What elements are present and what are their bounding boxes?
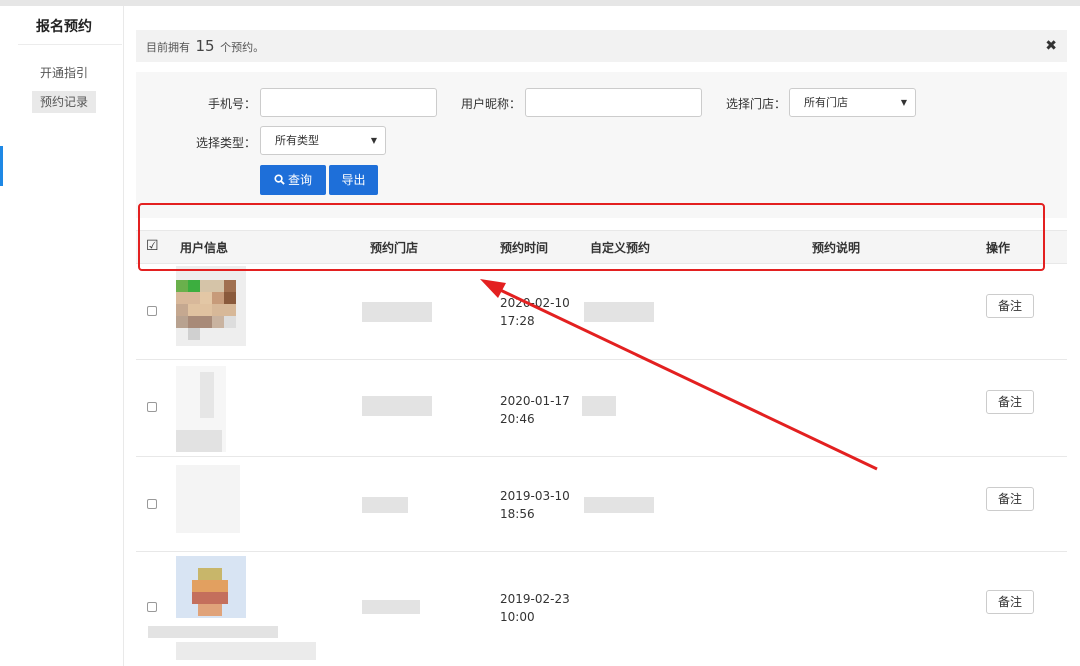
avatar [176,556,246,618]
store-label: 选择门店： [725,97,786,111]
row-checkbox[interactable] [147,306,157,316]
header-store: 预约门店 [370,241,419,255]
query-button[interactable]: 查询 [260,165,326,195]
sidebar-item-guide[interactable]: 开通指引 [32,62,96,84]
user-name-redacted [148,626,278,638]
avatar [176,366,226,452]
store-name-redacted [362,497,408,513]
custom-redacted [584,302,654,322]
type-select-value: 所有类型 [275,134,319,147]
user-info-redacted [176,642,316,660]
row-time: 2019-02-23 10:00 [500,590,570,626]
alert-prefix: 目前拥有 [146,41,190,54]
store-name-redacted [362,600,420,614]
table-row: 2019-02-23 10:00 备注 [136,552,1067,666]
header-actions: 操作 [986,241,1011,255]
row-date: 2020-01-17 [500,394,570,408]
row-date: 2019-02-23 [500,592,570,606]
query-button-label: 查询 [287,173,312,187]
header-note: 预约说明 [812,241,861,255]
table-header: ☑ 用户信息 预约门店 预约时间 自定义预约 预约说明 操作 [136,230,1067,264]
table-row: 2020-02-10 17:28 备注 [136,264,1067,360]
caret-down-icon: ▼ [900,98,907,107]
caret-down-icon: ▼ [370,136,377,145]
store-select[interactable]: 所有门店 ▼ [789,88,916,117]
note-button[interactable]: 备注 [986,487,1034,511]
sidebar-active-indicator [0,146,3,186]
header-time: 预约时间 [500,241,549,255]
header-custom: 自定义预约 [590,241,651,255]
sidebar-title: 报名预约 [36,19,92,35]
row-checkbox[interactable] [147,499,157,509]
row-clock: 18:56 [500,507,535,521]
close-icon[interactable]: ✖ [1045,30,1057,62]
row-time: 2020-01-17 20:46 [500,392,570,428]
row-date: 2020-02-10 [500,296,570,310]
top-bar [0,0,1080,6]
alert-suffix: 个预约。 [220,41,265,54]
alert-bar: 目前拥有 15 个预约。 ✖ [136,30,1067,62]
custom-redacted [584,497,654,513]
sidebar: 报名预约 开通指引 预约记录 [0,6,124,666]
note-button[interactable]: 备注 [986,390,1034,414]
type-label: 选择类型： [195,136,256,150]
row-date: 2019-03-10 [500,489,570,503]
phone-input[interactable] [260,88,437,117]
row-clock: 17:28 [500,314,535,328]
nickname-label: 用户昵称： [460,97,521,111]
phone-label: 手机号： [207,97,256,111]
export-button[interactable]: 导出 [329,165,378,195]
row-time: 2020-02-10 17:28 [500,294,570,330]
store-name-redacted [362,396,432,416]
note-button[interactable]: 备注 [986,590,1034,614]
filter-panel: 手机号： 用户昵称： 选择门店： 所有门店 ▼ 选择类型： 所有类型 ▼ 查询 … [136,72,1067,218]
nickname-input[interactable] [525,88,702,117]
row-checkbox[interactable] [147,602,157,612]
header-user-info: 用户信息 [180,241,229,255]
alert-count: 15 [195,37,215,55]
sidebar-item-records[interactable]: 预约记录 [32,91,96,113]
store-name-redacted [362,302,432,322]
note-button[interactable]: 备注 [986,294,1034,318]
table-row: 2019-03-10 18:56 备注 [136,457,1067,552]
custom-redacted [582,396,616,416]
type-select[interactable]: 所有类型 ▼ [260,126,386,155]
avatar [176,465,240,533]
row-clock: 10:00 [500,610,535,624]
store-select-value: 所有门店 [804,96,848,109]
table-row: 2020-01-17 20:46 备注 [136,360,1067,457]
row-time: 2019-03-10 18:56 [500,487,570,523]
search-icon [274,174,285,185]
sidebar-divider [18,44,122,45]
avatar [176,266,246,346]
row-clock: 20:46 [500,412,535,426]
select-all-checkbox[interactable]: ☑ [146,239,160,253]
row-checkbox[interactable] [147,402,157,412]
